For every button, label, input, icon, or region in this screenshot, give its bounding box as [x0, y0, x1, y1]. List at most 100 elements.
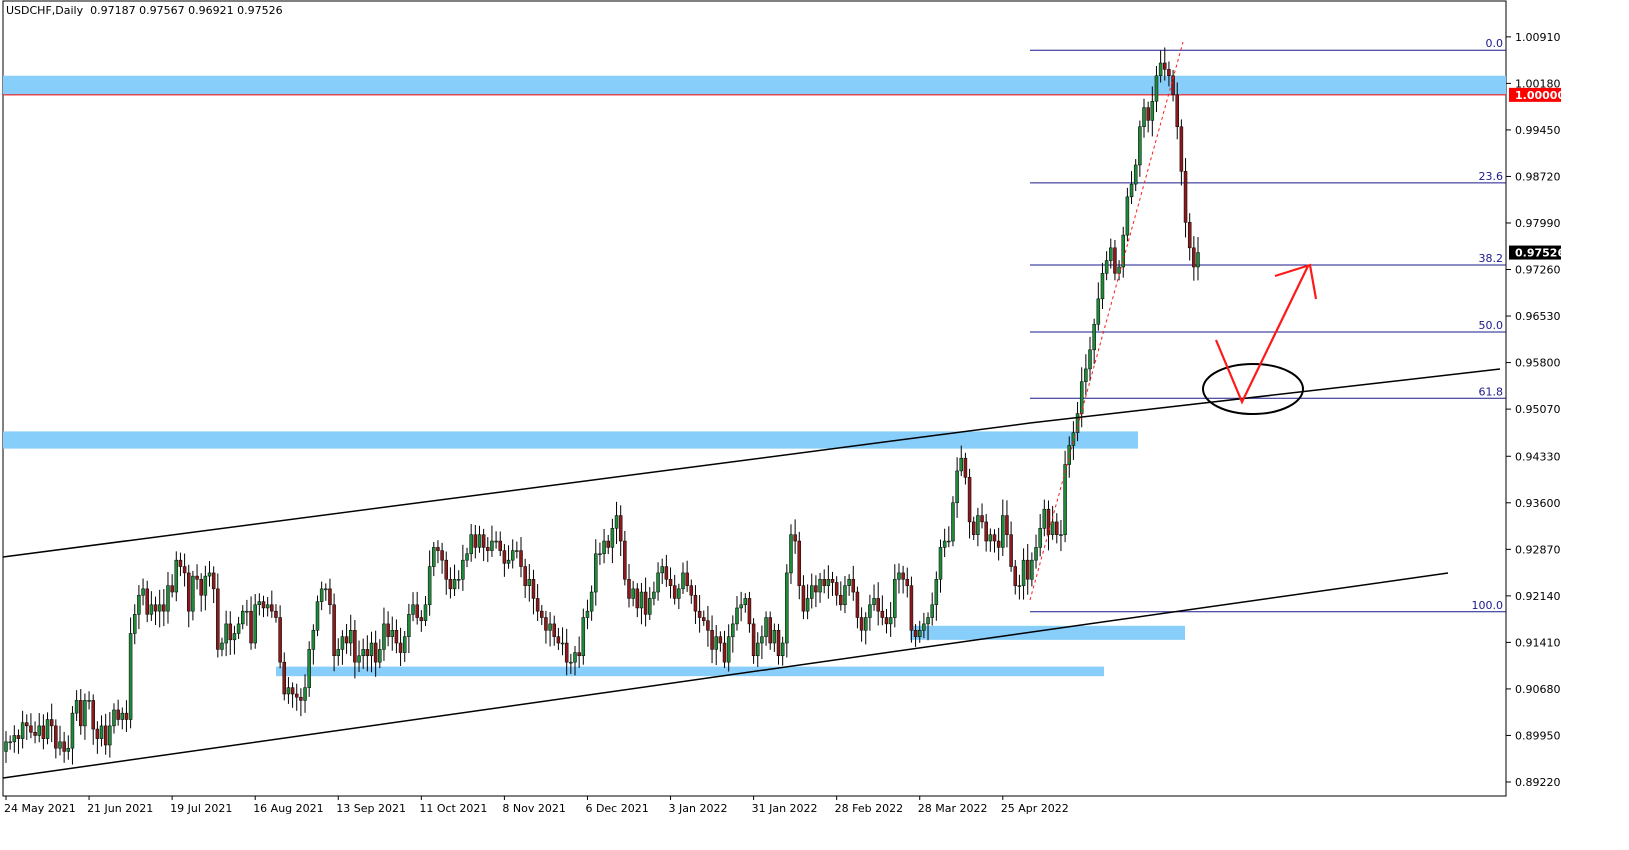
candle-body [444, 559, 449, 580]
candle-body [199, 579, 203, 596]
candle-body [157, 604, 162, 612]
candle-body [589, 591, 594, 612]
fibonacci-retracement[interactable]: 0.0 23.6 38.2 50.0 61.8 100.0 [1030, 37, 1506, 613]
candle-body [108, 725, 112, 746]
candle-body [1088, 349, 1092, 370]
candle-body [689, 585, 694, 596]
candle-body [523, 566, 527, 586]
candle-body [1109, 247, 1113, 261]
candle-body [606, 540, 610, 548]
candle-body [481, 534, 486, 548]
candle-body [623, 540, 627, 580]
candle-body [947, 540, 951, 543]
channel-upper-extension[interactable] [1029, 368, 1501, 424]
candle-body [614, 515, 619, 529]
support-resistance-zones [3, 75, 1506, 677]
x-tick-label: 28 Mar 2022 [918, 802, 988, 815]
candle-body [1009, 534, 1013, 567]
price-chart[interactable]: 0.023.638.250.061.8100.0 1.009101.001800… [0, 0, 1629, 850]
candle-body [535, 598, 540, 612]
candle-body [149, 604, 154, 615]
candle-body [456, 579, 461, 581]
candle-body [743, 598, 748, 606]
candle-body [527, 579, 532, 586]
candle-body [182, 566, 187, 574]
candle-body [452, 579, 457, 590]
candle-body [407, 614, 411, 637]
candle-body [797, 540, 802, 586]
candle-body [1021, 559, 1026, 586]
candle-body [1125, 196, 1130, 236]
candle-body [423, 604, 428, 621]
candle-body [830, 579, 835, 583]
candle-body [1146, 107, 1150, 121]
channel-lower-line[interactable] [2, 572, 1449, 779]
candle-body [764, 617, 768, 637]
candle-body [938, 547, 943, 580]
candle-body [631, 588, 635, 599]
candle-body [735, 607, 739, 625]
candle-body [41, 725, 46, 739]
candle-body [718, 636, 723, 644]
candle-body [876, 598, 880, 612]
fib-level-label: 0.0 [1486, 37, 1504, 50]
candle-body [510, 550, 515, 561]
candle-body [232, 633, 237, 641]
projection-arrow-path[interactable] [1214, 265, 1309, 405]
candle-body [710, 630, 714, 650]
candle-body [486, 547, 490, 551]
candle-body [814, 585, 818, 593]
candle-body [66, 747, 71, 752]
candle-body [843, 585, 847, 606]
candle-body [211, 572, 216, 590]
candle-body [905, 579, 910, 586]
fib-level-label: 100.0 [1472, 599, 1504, 612]
candle-body [826, 579, 831, 586]
candle-body [793, 534, 797, 542]
support-zone-left [276, 666, 1104, 677]
fib-anchor-dashed-line[interactable] [1029, 41, 1184, 601]
candle-body [668, 579, 673, 586]
candle-body [87, 700, 91, 702]
candle-body [635, 588, 640, 609]
candle-body [726, 636, 731, 663]
candle-body [859, 617, 864, 631]
y-tick-label: 0.95070 [1515, 403, 1561, 416]
candle-body [216, 588, 220, 650]
candle-body [440, 550, 444, 561]
candle-body [594, 553, 598, 593]
y-tick-label: 0.90680 [1515, 683, 1561, 696]
candle-body [203, 575, 208, 596]
candle-body [785, 572, 789, 644]
candle-body [880, 610, 885, 618]
candle-body [49, 719, 54, 727]
candle-body [16, 735, 21, 739]
candle-body [220, 642, 224, 650]
candle-body [224, 623, 228, 644]
resistance-zone-top [3, 75, 1506, 95]
fib-level-label: 23.6 [1479, 170, 1504, 183]
candle-body [58, 741, 62, 749]
candle-body [780, 642, 785, 657]
candle-body [386, 623, 390, 637]
x-tick-label: 21 Jun 2021 [87, 802, 153, 815]
candle-body [996, 540, 1001, 548]
target-ellipse[interactable] [1202, 363, 1304, 415]
candle-body [353, 630, 357, 663]
candle-body [265, 604, 270, 609]
candle-body [1163, 62, 1167, 70]
candle-body [1138, 126, 1142, 166]
candle-body [369, 642, 374, 657]
fib-level-label: 50.0 [1479, 319, 1504, 332]
candle-body [170, 585, 174, 593]
candle-body [1001, 515, 1005, 548]
candle-body [955, 470, 959, 504]
candle-body [942, 540, 947, 548]
candle-body [702, 617, 706, 621]
candle-body [228, 623, 233, 641]
candle-body [971, 521, 976, 535]
candle-body [378, 649, 382, 663]
candle-body [577, 652, 581, 657]
candle-body [1059, 534, 1063, 536]
x-tick-label: 6 Dec 2021 [585, 802, 648, 815]
